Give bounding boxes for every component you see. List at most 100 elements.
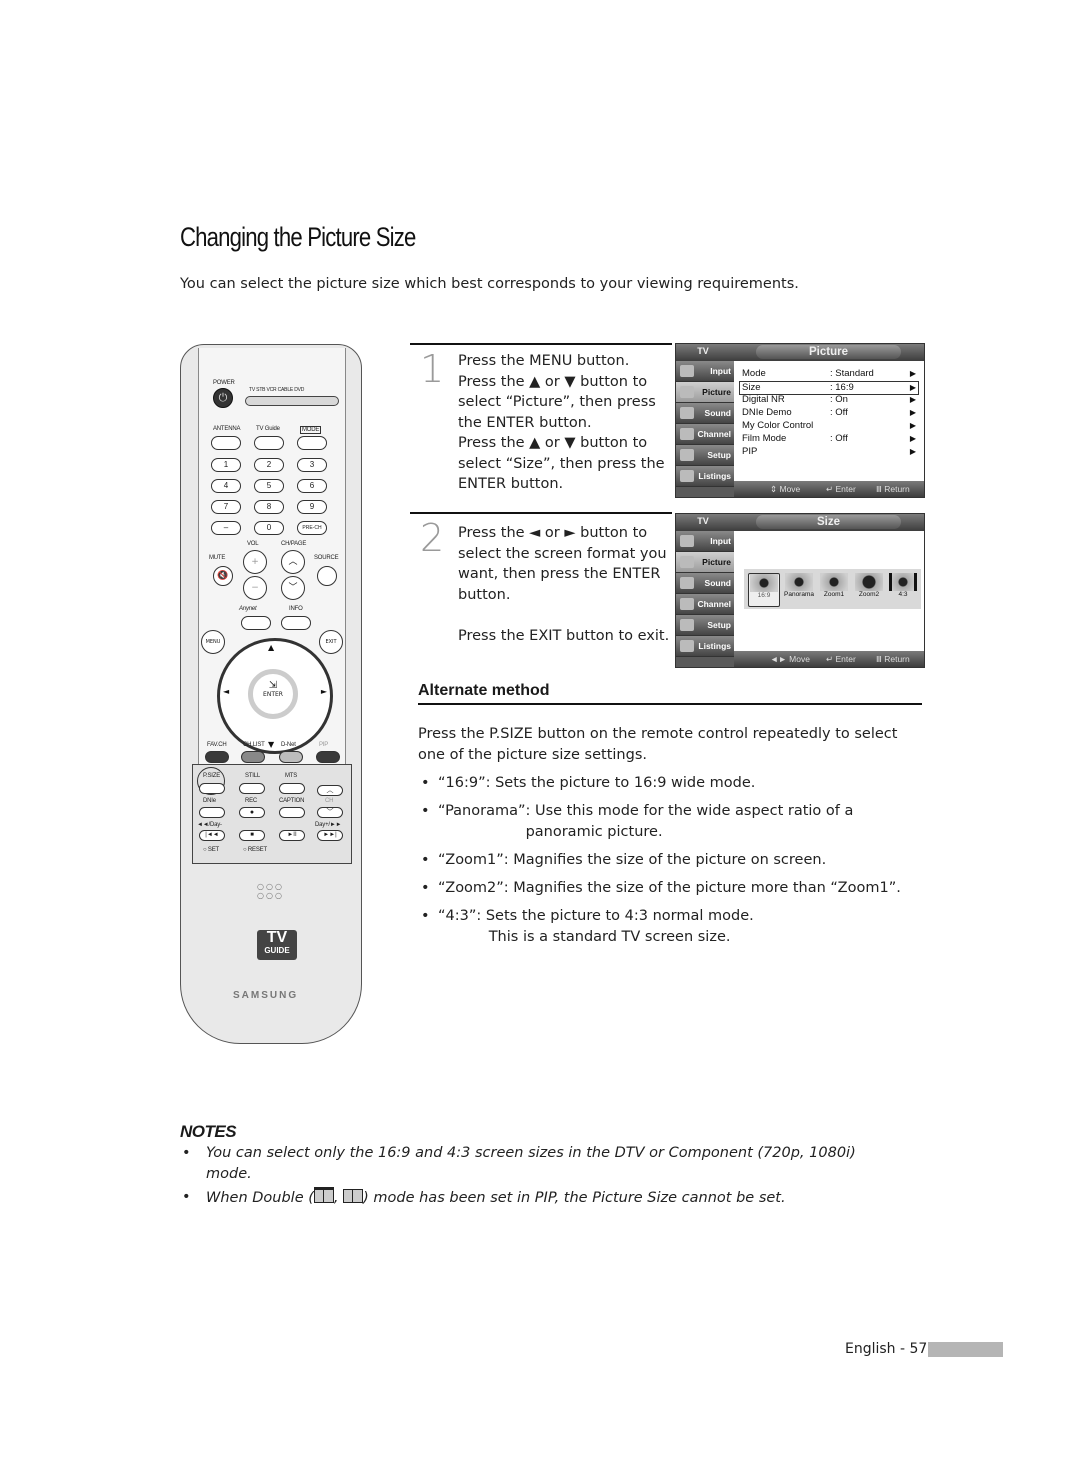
reset-button[interactable]: ○ RESET — [243, 847, 267, 853]
still-label: STILL — [245, 773, 261, 779]
num-button-8[interactable]: 8 — [254, 500, 284, 514]
osd-sidebar-sound[interactable]: Sound — [676, 573, 734, 594]
tvguide-button[interactable] — [254, 436, 284, 450]
chlist-button[interactable] — [241, 751, 265, 763]
info-button[interactable] — [281, 616, 311, 630]
osd-sidebar-listings[interactable]: Listings — [676, 636, 734, 657]
osd-sidebar-sound[interactable]: Sound — [676, 403, 734, 424]
osd-sidebar-listings[interactable]: Listings — [676, 466, 734, 487]
osd-sidebar-picture[interactable]: Picture — [676, 552, 734, 573]
dash-button[interactable]: – — [211, 521, 241, 535]
notes-heading: NOTES — [180, 1122, 237, 1141]
left-arrow-icon[interactable]: ◄ — [223, 687, 229, 696]
mode-labels: TV STB VCR CABLE DVD — [249, 387, 305, 393]
osd-picture-menu: TV Picture Input Picture Sound Channel S… — [675, 343, 925, 498]
num-button-9[interactable]: 9 — [297, 500, 327, 514]
ch-down-button[interactable]: ﹀ — [281, 576, 305, 600]
size-option-panorama[interactable]: Panorama — [782, 573, 816, 605]
enter-button[interactable]: ⇲ ENTER — [248, 669, 298, 719]
osd-row-pip[interactable]: PIP ▶ — [740, 446, 918, 458]
mode-selector[interactable] — [245, 396, 339, 406]
osd-sidebar-input[interactable]: Input — [676, 361, 734, 382]
tvguide-logo-bottom: GUIDE — [264, 946, 290, 955]
down-arrow-icon[interactable]: ▼ — [268, 740, 274, 749]
osd-sidebar-label: Sound — [704, 408, 731, 418]
num-button-1[interactable]: 1 — [211, 458, 241, 472]
pip-button[interactable] — [316, 751, 340, 763]
anynet-button[interactable] — [241, 616, 271, 630]
power-button[interactable]: ⏻ — [213, 388, 233, 408]
num-button-6[interactable]: 6 — [297, 479, 327, 493]
exit-button[interactable]: EXIT — [319, 630, 343, 654]
osd-sidebar-label: Picture — [702, 557, 731, 567]
enter-icon: ⇲ — [268, 680, 278, 691]
menu-button[interactable]: MENU — [201, 630, 225, 654]
size-option-16-9[interactable]: 16:9 — [748, 573, 780, 607]
tvguide-label: TV Guide — [256, 426, 280, 432]
osd-sidebar-label: Channel — [697, 599, 731, 609]
fastforward-button[interactable]: ►►| — [317, 830, 343, 841]
play-pause-button[interactable]: ►II — [279, 830, 305, 841]
mode-button[interactable] — [297, 436, 327, 450]
osd-sidebar-channel[interactable]: Channel — [676, 424, 734, 445]
arrow-right-icon: ▶ — [909, 369, 916, 378]
vol-up-button[interactable]: + — [243, 550, 267, 574]
row-label: Digital NR — [742, 394, 785, 405]
osd-header: TV Size — [676, 514, 924, 531]
input-icon — [680, 535, 694, 547]
num-button-7[interactable]: 7 — [211, 500, 241, 514]
antenna-button[interactable] — [211, 436, 241, 450]
size-option-4-3[interactable]: 4:3 — [888, 573, 918, 605]
num-button-0[interactable]: 0 — [254, 521, 284, 535]
set-button[interactable]: ○ SET — [203, 847, 219, 853]
osd-sidebar-setup[interactable]: Setup — [676, 615, 734, 636]
osd-sidebar-setup[interactable]: Setup — [676, 445, 734, 466]
psize-button[interactable] — [199, 783, 225, 794]
osd-footer-enter: ↵ Enter — [826, 484, 856, 494]
right-arrow-icon[interactable]: ► — [321, 687, 327, 696]
channel-icon — [680, 598, 694, 610]
mute-button[interactable]: 🔇 — [213, 566, 233, 586]
up-arrow-icon[interactable]: ▲ — [268, 643, 274, 652]
dnet-button[interactable] — [279, 751, 303, 763]
prech-button[interactable]: PRE-CH — [297, 521, 327, 535]
favch-button[interactable] — [205, 751, 229, 763]
step-number: 2 — [420, 516, 445, 560]
osd-row-digital-nr[interactable]: Digital NR: On ▶ — [740, 394, 918, 406]
rewind-button[interactable]: |◄◄ — [199, 830, 225, 841]
source-button[interactable] — [317, 566, 337, 586]
row-label: Film Mode — [742, 433, 787, 444]
mts-button[interactable] — [279, 783, 305, 794]
vol-down-button[interactable]: − — [243, 576, 267, 600]
osd-sidebar-label: Picture — [702, 387, 731, 397]
osd-row-my-color-control[interactable]: My Color Control ▶ — [740, 420, 918, 432]
step-text: Press the MENU button. Press the ▲ or ▼ … — [458, 353, 665, 492]
num-button-5[interactable]: 5 — [254, 479, 284, 493]
rec-button[interactable]: ● — [239, 807, 265, 818]
picture-icon — [680, 556, 694, 568]
num-button-4[interactable]: 4 — [211, 479, 241, 493]
row-value: : 16:9 — [830, 382, 854, 393]
osd-row-dnie-demo[interactable]: DNIe Demo: Off ▶ — [740, 407, 918, 419]
osd-title: Picture — [756, 345, 901, 359]
osd-row-size[interactable]: Size: 16:9 ▶ — [739, 381, 919, 395]
osd-sidebar-picture[interactable]: Picture — [676, 382, 734, 403]
caption-button[interactable] — [279, 807, 305, 818]
osd-sidebar-input[interactable]: Input — [676, 531, 734, 552]
still-button[interactable] — [239, 783, 265, 794]
num-button-3[interactable]: 3 — [297, 458, 327, 472]
size-option-zoom1[interactable]: Zoom1 — [819, 573, 849, 605]
source-label: SOURCE — [314, 555, 339, 561]
osd-sidebar-channel[interactable]: Channel — [676, 594, 734, 615]
setup-icon — [680, 619, 694, 631]
num-button-2[interactable]: 2 — [254, 458, 284, 472]
dpad[interactable]: ▲ ▼ ◄ ► ⇲ ENTER — [217, 638, 333, 754]
ch-up-button[interactable]: ︿ — [281, 550, 305, 574]
size-option-zoom2[interactable]: Zoom2 — [854, 573, 884, 605]
dnie-button[interactable] — [199, 807, 225, 818]
osd-row-mode[interactable]: Mode: Standard ▶ — [740, 368, 918, 380]
osd-row-film-mode[interactable]: Film Mode: Off ▶ — [740, 433, 918, 445]
ch-up-small-button[interactable]: ︿ — [317, 785, 343, 796]
ch-down-small-button[interactable]: ﹀ — [317, 807, 343, 818]
stop-button[interactable]: ■ — [239, 830, 265, 841]
